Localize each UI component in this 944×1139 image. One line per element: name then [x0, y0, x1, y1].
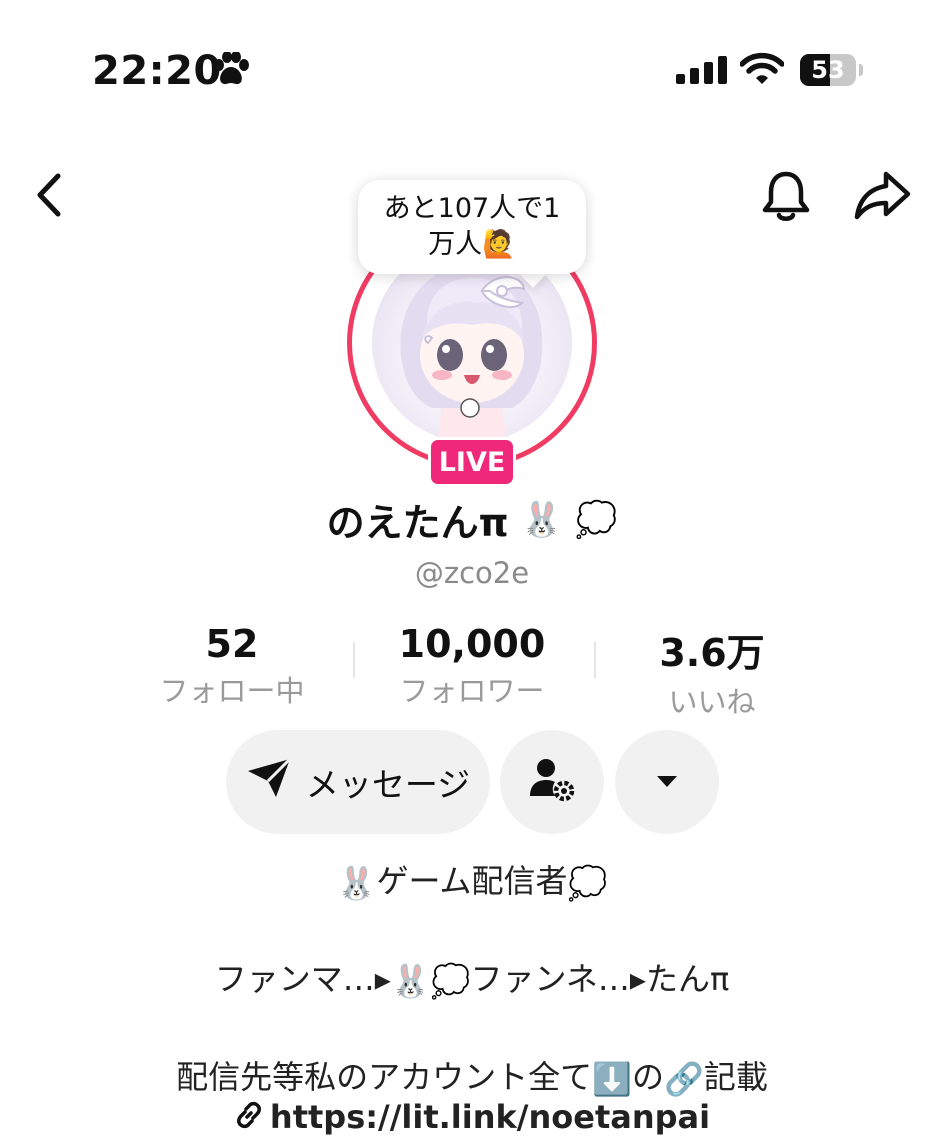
- signal-icon: [676, 56, 727, 84]
- profile-name: のえたんπ: [326, 501, 509, 545]
- likes-label: いいね: [668, 685, 756, 719]
- thought-bubble-icon: 💭: [430, 962, 471, 1000]
- stat-following[interactable]: 52 フォロー中: [112, 622, 352, 710]
- friend-settings-button[interactable]: [500, 730, 604, 834]
- likes-count: 3.6万: [659, 631, 765, 675]
- battery-level: 53: [811, 56, 845, 84]
- profile-name-row: のえたんπ 🐰 💭: [0, 492, 944, 547]
- bio-text-1: ゲーム配信者: [376, 862, 568, 900]
- back-icon[interactable]: [30, 170, 66, 224]
- follower-goal-tooltip: あと107人で1 万人🙋: [358, 180, 586, 274]
- tooltip-line2: 万人🙋: [428, 229, 516, 260]
- stat-followers[interactable]: 10,000 フォロワー: [352, 622, 592, 710]
- tooltip-line1: あと107人で1: [383, 193, 561, 224]
- bio-text-3a: 配信先等私のアカウント全て: [176, 1058, 593, 1096]
- wifi-icon: [739, 52, 785, 90]
- paw-icon: [212, 51, 250, 92]
- dropdown-icon: [655, 773, 679, 792]
- thought-bubble-icon: 💭: [575, 499, 618, 540]
- link-icon: [234, 1100, 264, 1138]
- profile-handle: @zco2e: [414, 556, 530, 590]
- following-count: 52: [205, 622, 259, 666]
- bio-text-2b: ファンネ…▸たんπ: [470, 960, 730, 998]
- followers-count: 10,000: [398, 622, 546, 666]
- bio-link-row[interactable]: https://lit.link/noetanpai: [0, 1098, 944, 1138]
- down-arrow-icon: ⬇️: [592, 1060, 632, 1098]
- bio-line-3: 配信先等私のアカウント全て⬇️の🔗記載: [0, 1052, 944, 1098]
- following-label: フォロー中: [159, 674, 305, 708]
- link-icon: 🔗: [664, 1060, 704, 1098]
- rabbit-icon: 🐰: [520, 499, 564, 540]
- rabbit-icon: 🐰: [390, 962, 431, 1000]
- rabbit-icon: 🐰: [336, 864, 377, 902]
- add-friend-settings-icon: [528, 756, 576, 808]
- bio-text-2a: ファンマ…▸: [214, 960, 391, 998]
- more-dropdown-button[interactable]: [615, 730, 719, 834]
- bio-link[interactable]: https://lit.link/noetanpai: [270, 1098, 710, 1136]
- bio-text-3b: の: [631, 1058, 664, 1096]
- bio-text-3c: 記載: [703, 1058, 768, 1096]
- send-icon: [246, 757, 292, 807]
- bio-line-2: ファンマ…▸🐰💭ファンネ…▸たんπ: [0, 954, 944, 1000]
- status-time: 22:20: [92, 48, 222, 94]
- live-badge[interactable]: LIVE: [428, 437, 516, 487]
- thought-bubble-icon: 💭: [567, 864, 608, 902]
- battery-icon: 53: [800, 54, 856, 86]
- bell-icon[interactable]: [758, 168, 814, 228]
- message-label: メッセージ: [305, 765, 471, 804]
- stat-likes[interactable]: 3.6万 いいね: [592, 622, 832, 721]
- share-icon[interactable]: [852, 170, 912, 226]
- bio-line-1: 🐰ゲーム配信者💭: [0, 856, 944, 902]
- followers-label: フォロワー: [399, 674, 545, 708]
- battery-tip: [859, 64, 863, 76]
- message-button[interactable]: メッセージ: [226, 730, 490, 834]
